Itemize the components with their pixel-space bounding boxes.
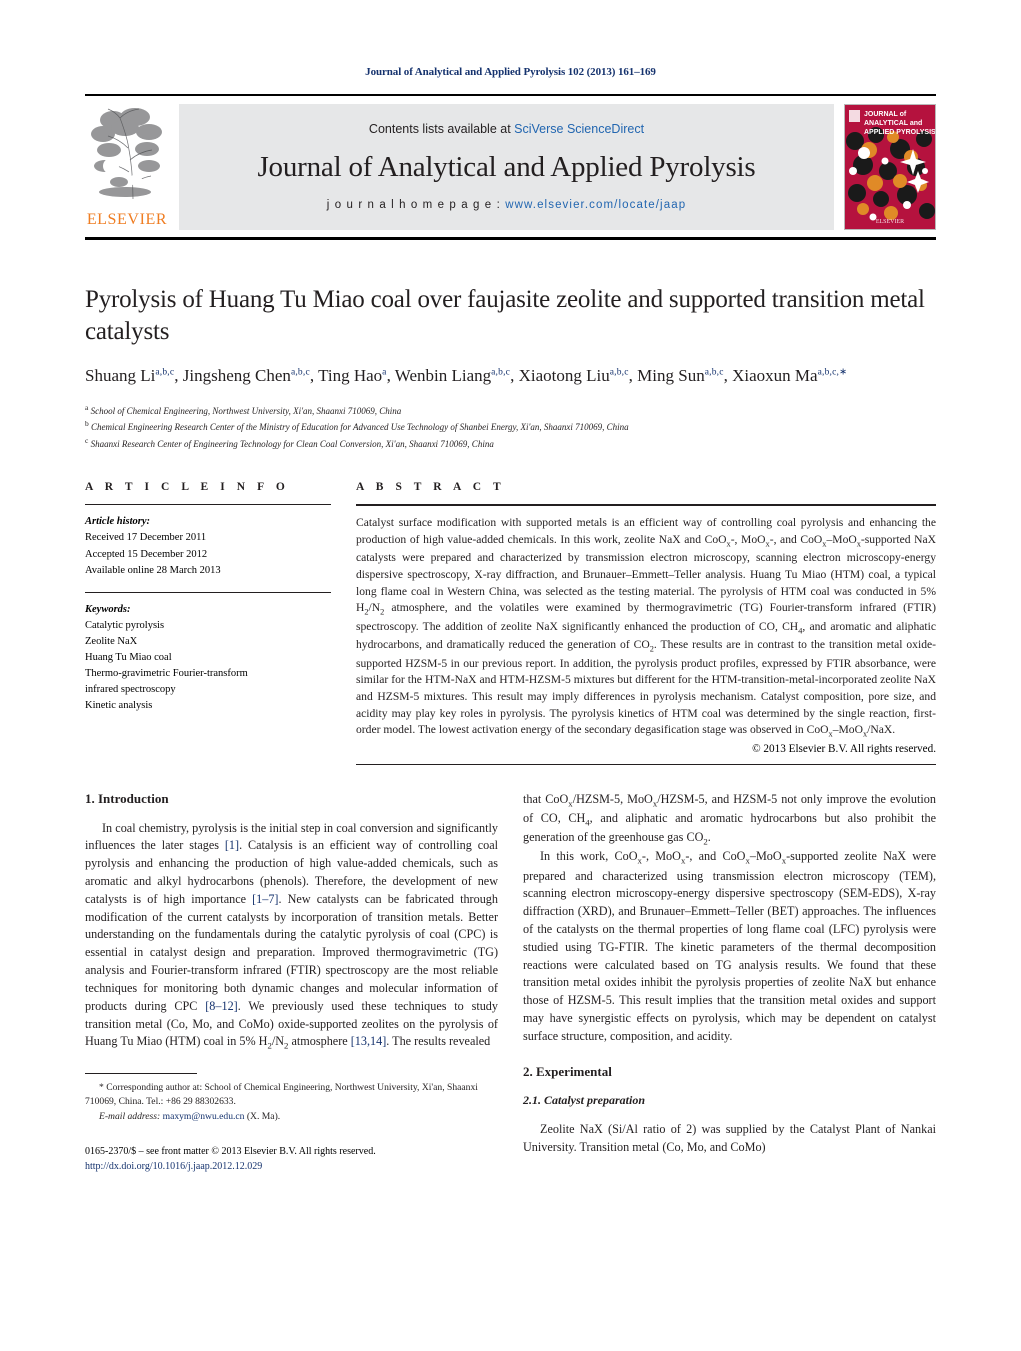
elsevier-wordmark: ELSEVIER — [86, 211, 168, 228]
article-info-column: A R T I C L E I N F O Article history: R… — [85, 481, 331, 764]
elsevier-tree-icon — [89, 104, 165, 200]
catalyst-preparation-paragraph: Zeolite NaX (Si/Al ratio of 2) was suppl… — [523, 1121, 936, 1154]
contents-prefix: Contents lists available at — [368, 121, 515, 136]
abstract-text: Catalyst surface modification with suppo… — [356, 516, 937, 739]
journal-cover-thumbnail: JOURNAL of ANALYTICAL and APPLIED PYROLY… — [844, 104, 936, 230]
affiliation-mark: a — [85, 402, 89, 412]
email-note: E-mail address: maxym@nwu.edu.cn (X. Ma)… — [85, 1110, 498, 1125]
title-block: Pyrolysis of Huang Tu Miao coal over fau… — [85, 284, 936, 451]
abstract-bottom-rule — [356, 763, 936, 765]
footnote-region: * Corresponding author at: School of Che… — [85, 1072, 498, 1175]
doi-link[interactable]: http://dx.doi.org/10.1016/j.jaap.2012.12… — [85, 1159, 498, 1174]
homepage-label: j o u r n a l h o m e p a g e : — [326, 198, 506, 211]
body-right-column: that CoOx/HZSM-5, MoOx/HZSM-5, and HZSM-… — [523, 791, 936, 1175]
article-info-label: A R T I C L E I N F O — [85, 481, 290, 494]
affiliation-item: b Chemical Engineering Research Center o… — [85, 418, 936, 435]
keywords-heading: Keywords: — [85, 603, 131, 615]
affiliation-text: Chemical Engineering Research Center of … — [91, 422, 629, 433]
elsevier-logo: ELSEVIER — [85, 104, 169, 230]
body-columns: 1. Introduction In coal chemistry, pyrol… — [85, 791, 936, 1175]
affiliation-list: a School of Chemical Engineering, Northw… — [85, 402, 936, 452]
author-list: Shuang Lia,b,c, Jingsheng Chena,b,c, Tin… — [85, 366, 848, 385]
section-heading-introduction: 1. Introduction — [85, 790, 169, 806]
imprint-block: 0165-2370/$ – see front matter © 2013 El… — [85, 1144, 498, 1174]
issn-copyright-line: 0165-2370/$ – see front matter © 2013 El… — [85, 1146, 376, 1158]
sciencedirect-link[interactable]: SciVerse ScienceDirect — [514, 122, 644, 136]
homepage-url[interactable]: www.elsevier.com/locate/jaap — [505, 199, 686, 211]
keyword-item: Kinetic analysis — [85, 700, 153, 711]
article-history-group: Article history: Received 17 December 20… — [85, 505, 331, 578]
email-label: E-mail address: — [99, 1111, 161, 1123]
affiliation-item: c Shaanxi Research Center of Engineering… — [85, 435, 936, 452]
journal-article-page: Journal of Analytical and Applied Pyroly… — [0, 0, 1021, 1351]
page-title: Pyrolysis of Huang Tu Miao coal over fau… — [85, 286, 925, 345]
affiliation-mark: b — [85, 419, 89, 429]
abstract-label: A B S T R A C T — [356, 481, 506, 494]
article-history-heading: Article history: — [85, 516, 151, 528]
intro-paragraph-2: In this work, CoOx-, MoOx-, and CoOx–MoO… — [523, 849, 936, 1043]
info-abstract-region: A R T I C L E I N F O Article history: R… — [85, 481, 937, 765]
abstract-copyright: © 2013 Elsevier B.V. All rights reserved… — [752, 742, 936, 755]
svg-text:JOURNAL of: JOURNAL of — [864, 111, 907, 118]
affiliation-text: Shaanxi Research Center of Engineering T… — [90, 438, 494, 449]
masthead-bottom-rule — [85, 237, 936, 240]
body-left-column: 1. Introduction In coal chemistry, pyrol… — [85, 791, 498, 1175]
keyword-item: Huang Tu Miao coal — [85, 651, 172, 663]
journal-title: Journal of Analytical and Applied Pyroly… — [257, 150, 756, 183]
article-history-received: Received 17 December 2011 — [85, 532, 207, 544]
affiliation-item: a School of Chemical Engineering, Northw… — [85, 402, 936, 419]
keywords-group: Keywords: Catalytic pyrolysis Zeolite Na… — [85, 593, 331, 714]
affiliation-mark: c — [85, 435, 89, 445]
email-owner: (X. Ma). — [246, 1111, 281, 1123]
article-history-accepted: Accepted 15 December 2012 — [85, 548, 208, 560]
corresponding-author-note: * Corresponding author at: School of Che… — [85, 1081, 478, 1108]
footnote-rule — [85, 1072, 197, 1074]
keyword-item: infrared spectroscopy — [85, 683, 176, 695]
article-history-online: Available online 28 March 2013 — [85, 564, 221, 576]
abstract-column: A B S T R A C T Catalyst surface modific… — [356, 481, 937, 765]
email-link[interactable]: maxym@nwu.edu.cn — [163, 1111, 245, 1122]
intro-paragraph-1-continued: that CoOx/HZSM-5, MoOx/HZSM-5, and HZSM-… — [523, 791, 936, 847]
keyword-item: Catalytic pyrolysis — [85, 619, 165, 631]
keyword-item: Thermo-gravimetric Fourier-transform — [85, 667, 248, 679]
svg-text:ELSEVIER: ELSEVIER — [876, 219, 904, 225]
affiliation-text: School of Chemical Engineering, Northwes… — [90, 405, 402, 416]
svg-text:ANALYTICAL and: ANALYTICAL and — [864, 120, 922, 127]
keyword-item: Zeolite NaX — [85, 635, 138, 647]
section-heading-experimental: 2. Experimental — [523, 1063, 612, 1079]
journal-cover-art: JOURNAL of ANALYTICAL and APPLIED PYROLY… — [845, 105, 935, 229]
intro-paragraph-1: In coal chemistry, pyrolysis is the init… — [85, 820, 498, 1051]
journal-masthead: ELSEVIER Contents lists available at Sci… — [85, 94, 936, 230]
subsection-heading-catalyst-preparation: 2.1. Catalyst preparation — [523, 1092, 646, 1107]
contents-available-line: Contents lists available at SciVerse Sci… — [369, 122, 644, 136]
masthead-center: Contents lists available at SciVerse Sci… — [179, 104, 834, 230]
svg-text:APPLIED PYROLYSIS: APPLIED PYROLYSIS — [864, 129, 935, 136]
journal-homepage-line: j o u r n a l h o m e p a g e : www.else… — [327, 199, 686, 211]
running-head: Journal of Analytical and Applied Pyroly… — [365, 66, 656, 78]
